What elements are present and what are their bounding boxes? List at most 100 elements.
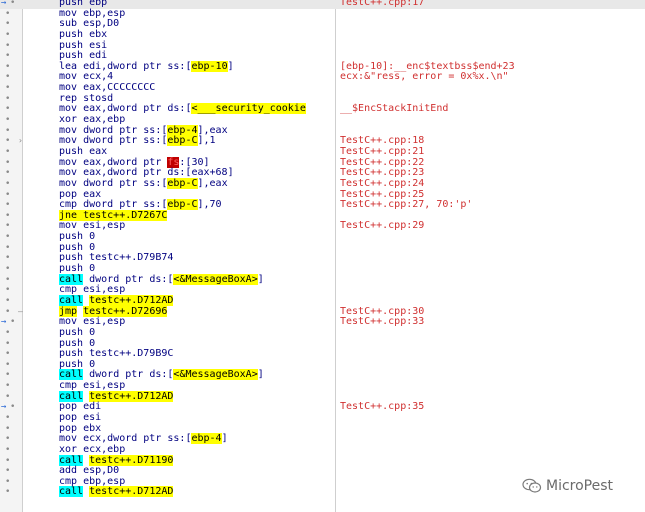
row-gutter-marker[interactable]: • xyxy=(0,158,22,169)
row-gutter-marker[interactable]: • xyxy=(0,275,22,286)
breakpoint-dot-icon[interactable]: • xyxy=(5,424,10,435)
row-gutter-marker[interactable]: • xyxy=(0,328,22,339)
breakpoint-dot-icon[interactable]: • xyxy=(5,360,10,371)
breakpoint-dot-icon[interactable]: • xyxy=(5,466,10,477)
row-gutter-marker[interactable]: • › xyxy=(0,136,23,147)
row-gutter-marker[interactable]: • xyxy=(0,94,22,105)
instruction-text[interactable]: call testc++.D712AD xyxy=(59,486,174,498)
breakpoint-dot-icon[interactable]: • xyxy=(5,158,10,169)
breakpoint-dot-icon[interactable]: • xyxy=(5,456,10,467)
row-gutter-marker[interactable]: → • xyxy=(0,402,22,413)
breakpoint-dot-icon[interactable]: • xyxy=(5,200,10,211)
row-gutter-marker[interactable]: • xyxy=(0,413,22,424)
breakpoint-dot-icon[interactable]: • xyxy=(5,253,10,264)
breakpoint-dot-icon[interactable]: • xyxy=(5,392,10,403)
row-gutter-marker[interactable]: • xyxy=(0,296,22,307)
breakpoint-dot-icon[interactable]: • xyxy=(5,62,10,73)
breakpoint-dot-icon[interactable]: • xyxy=(5,232,10,243)
breakpoint-dot-icon[interactable]: • xyxy=(5,30,10,41)
breakpoint-dot-icon[interactable]: • xyxy=(5,94,10,105)
row-gutter-marker[interactable]: • xyxy=(0,360,22,371)
row-gutter-marker[interactable]: • xyxy=(0,62,22,73)
breakpoint-dot-icon[interactable]: • xyxy=(5,243,10,254)
breakpoint-dot-icon[interactable]: • xyxy=(5,51,10,62)
breakpoint-dot-icon[interactable]: • xyxy=(5,264,10,275)
row-gutter-marker[interactable]: • xyxy=(0,147,22,158)
row-gutter-marker[interactable]: • xyxy=(0,392,22,403)
disasm-row[interactable]: → • mov esi,esp TestC++.cpp:33 xyxy=(0,316,645,328)
row-gutter-marker[interactable]: • xyxy=(0,456,22,467)
breakpoint-dot-icon[interactable]: • xyxy=(5,179,10,190)
disasm-row[interactable]: • call testc++.D712AD xyxy=(0,294,645,307)
breakpoint-dot-icon[interactable]: • xyxy=(5,147,10,158)
breakpoint-dot-icon[interactable]: • xyxy=(5,413,10,424)
breakpoint-dot-icon[interactable]: • xyxy=(5,328,10,339)
row-gutter-marker[interactable]: • xyxy=(0,179,22,190)
disasm-row[interactable]: • push testc++.D79B9C xyxy=(0,348,645,360)
row-gutter-marker[interactable]: • xyxy=(0,424,22,435)
breakpoint-dot-icon[interactable]: • xyxy=(5,487,10,498)
row-gutter-marker[interactable]: • xyxy=(0,253,22,264)
row-gutter-marker[interactable]: • xyxy=(0,434,22,445)
breakpoint-dot-icon[interactable]: • xyxy=(10,402,15,413)
row-gutter-marker[interactable]: • xyxy=(0,83,22,94)
row-gutter-marker[interactable]: • xyxy=(0,126,22,137)
breakpoint-dot-icon[interactable]: • xyxy=(5,211,10,222)
breakpoint-dot-icon[interactable]: • xyxy=(5,296,10,307)
row-gutter-marker[interactable]: • xyxy=(0,115,22,126)
row-gutter-marker[interactable]: • xyxy=(0,72,22,83)
row-gutter-marker[interactable]: • xyxy=(0,30,22,41)
breakpoint-dot-icon[interactable]: • xyxy=(5,434,10,445)
breakpoint-dot-icon[interactable]: • xyxy=(10,0,15,9)
row-gutter-marker[interactable]: • xyxy=(0,487,22,498)
breakpoint-dot-icon[interactable]: • xyxy=(5,190,10,201)
row-gutter-marker[interactable]: • xyxy=(0,349,22,360)
breakpoint-dot-icon[interactable]: • xyxy=(5,104,10,115)
disasm-row[interactable]: • mov esi,esp TestC++.cpp:29 xyxy=(0,221,645,232)
row-gutter-marker[interactable]: • xyxy=(0,232,22,243)
instruction-text[interactable]: xor ecx,ebp xyxy=(59,444,125,456)
breakpoint-dot-icon[interactable]: • xyxy=(5,370,10,381)
disasm-row[interactable]: • push testc++.D79B74 xyxy=(0,253,645,264)
row-gutter-marker[interactable]: • xyxy=(0,477,22,488)
breakpoint-dot-icon[interactable]: • xyxy=(5,275,10,286)
row-gutter-marker[interactable]: • xyxy=(0,381,22,392)
disasm-row[interactable]: • push 0 xyxy=(0,231,645,243)
row-gutter-marker[interactable]: • xyxy=(0,51,22,62)
breakpoint-dot-icon[interactable]: • xyxy=(5,339,10,350)
breakpoint-dot-icon[interactable]: • xyxy=(5,445,10,456)
row-gutter-marker[interactable]: → • xyxy=(0,317,22,328)
breakpoint-dot-icon[interactable]: • xyxy=(5,83,10,94)
row-gutter-marker[interactable]: • xyxy=(0,243,22,254)
row-gutter-marker[interactable]: • xyxy=(0,168,22,179)
breakpoint-dot-icon[interactable]: • xyxy=(5,285,10,296)
breakpoint-dot-icon[interactable]: • xyxy=(5,115,10,126)
breakpoint-dot-icon[interactable]: • xyxy=(5,307,10,318)
breakpoint-dot-icon[interactable]: • xyxy=(5,136,10,147)
row-gutter-marker[interactable]: • xyxy=(0,445,22,456)
row-gutter-marker[interactable]: • xyxy=(0,370,22,381)
breakpoint-dot-icon[interactable]: • xyxy=(5,19,10,30)
breakpoint-dot-icon[interactable]: • xyxy=(10,317,15,328)
disasm-row[interactable]: • push 0 xyxy=(0,327,645,339)
row-gutter-marker[interactable]: • xyxy=(0,200,22,211)
row-gutter-marker[interactable]: • xyxy=(0,104,22,115)
breakpoint-dot-icon[interactable]: • xyxy=(5,221,10,232)
breakpoint-dot-icon[interactable]: • xyxy=(5,72,10,83)
row-gutter-marker[interactable]: • xyxy=(0,466,22,477)
row-gutter-marker[interactable]: • xyxy=(0,211,22,222)
breakpoint-dot-icon[interactable]: • xyxy=(5,126,10,137)
row-gutter-marker[interactable]: • xyxy=(0,221,22,232)
row-gutter-marker[interactable]: • xyxy=(0,285,22,296)
breakpoint-dot-icon[interactable]: • xyxy=(5,41,10,52)
row-gutter-marker[interactable]: • xyxy=(0,9,22,20)
row-gutter-marker[interactable]: • xyxy=(0,190,22,201)
breakpoint-dot-icon[interactable]: • xyxy=(5,168,10,179)
row-gutter-marker[interactable]: • xyxy=(0,19,22,30)
breakpoint-dot-icon[interactable]: • xyxy=(5,381,10,392)
breakpoint-dot-icon[interactable]: • xyxy=(5,349,10,360)
row-gutter-marker[interactable]: • – xyxy=(0,307,23,318)
breakpoint-dot-icon[interactable]: • xyxy=(5,9,10,20)
breakpoint-dot-icon[interactable]: • xyxy=(5,477,10,488)
disasm-row[interactable]: • xor ecx,ebp xyxy=(0,444,645,456)
